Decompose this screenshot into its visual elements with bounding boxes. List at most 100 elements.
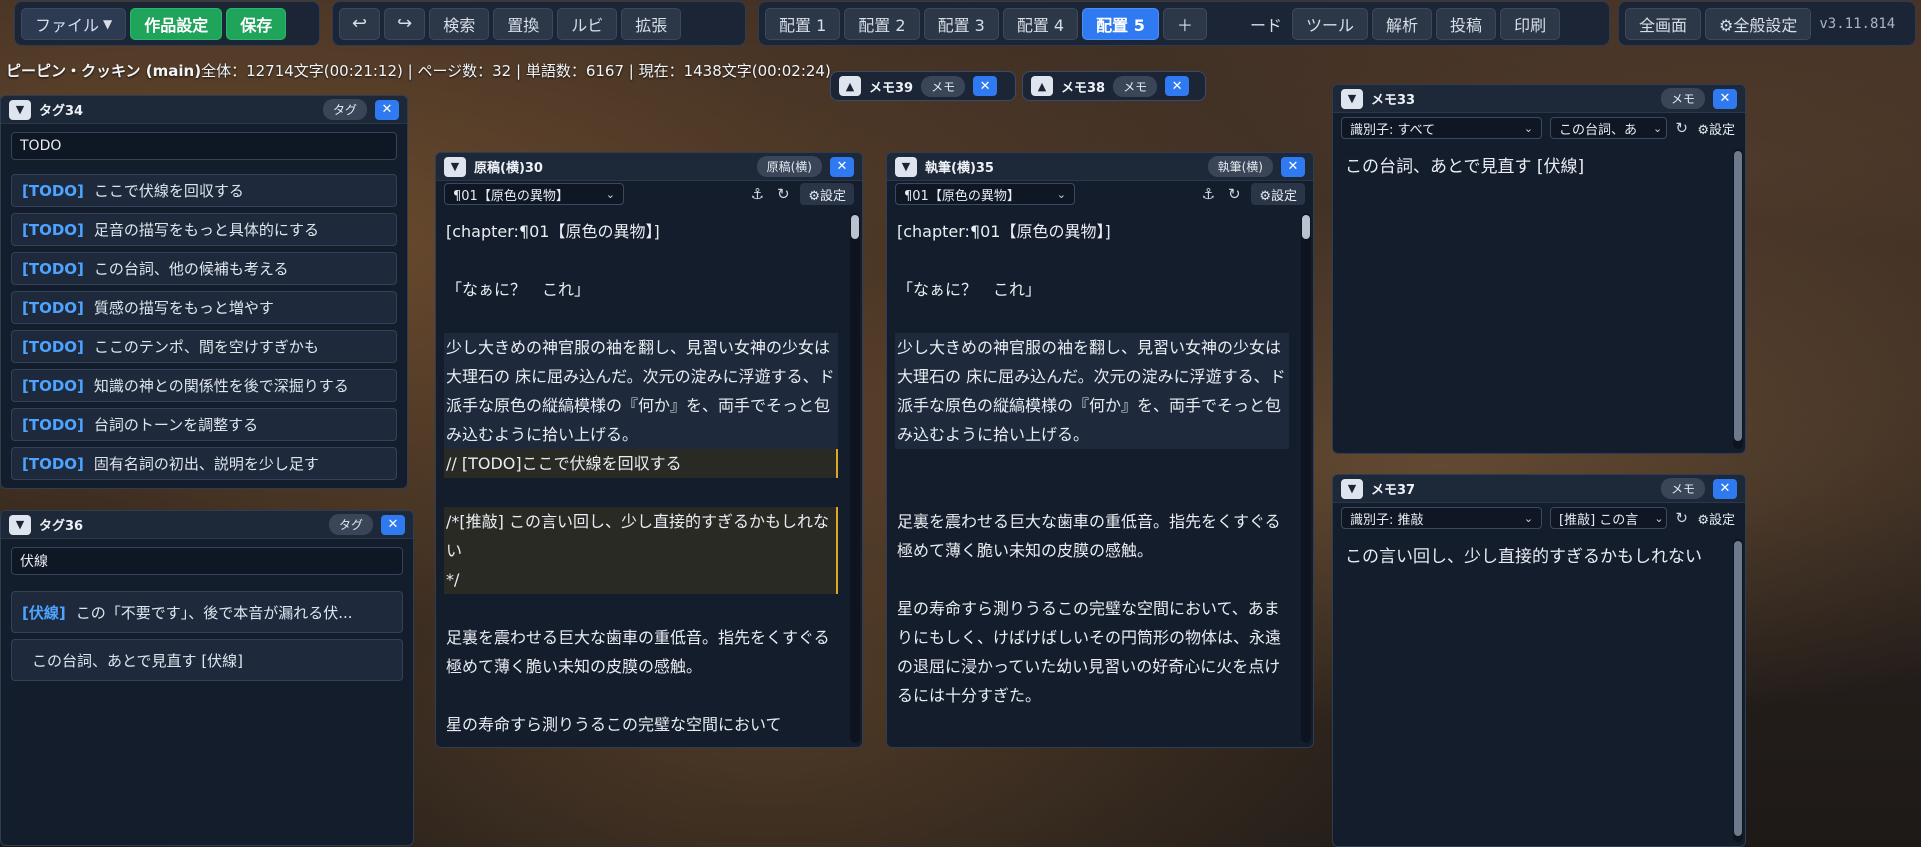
memo37-badge: メモ — [1660, 478, 1705, 499]
chevron-down-icon: ▼ — [103, 16, 113, 31]
chevron-down-icon: ⌄ — [1653, 121, 1663, 135]
writing-scrollbar[interactable] — [1301, 213, 1311, 743]
draft-settings-button[interactable]: ⚙設定 — [800, 183, 854, 205]
memo39-title: メモ39 — [869, 80, 914, 96]
tools-button[interactable]: ツール — [1292, 7, 1369, 40]
memo37-scrollbar[interactable] — [1733, 539, 1743, 842]
refresh-icon[interactable]: ↻ — [774, 185, 792, 203]
collapse-icon[interactable]: ▼ — [9, 514, 31, 535]
draft-title: 原稿(横)30 — [474, 161, 543, 176]
expand-icon[interactable]: ▲ — [839, 76, 861, 96]
memo-text-select[interactable]: この台詞、あ ⌄ — [1550, 117, 1668, 139]
refresh-icon[interactable]: ↻ — [1225, 185, 1243, 203]
search-button[interactable]: 検索 — [429, 7, 490, 40]
anchor-icon[interactable]: ⚓ — [748, 185, 766, 203]
post-button[interactable]: 投稿 — [1436, 7, 1497, 40]
scroll-thumb[interactable] — [1302, 215, 1310, 239]
scroll-thumb[interactable] — [1734, 151, 1742, 441]
close-icon[interactable]: ✕ — [381, 514, 405, 535]
replace-button[interactable]: 置換 — [493, 7, 554, 40]
memo37-panel: ▼ メモ37 メモ ✕ 識別子: 推敲 ⌄ [推敲] この言 ⌄ ↻ ⚙設定 この言… — [1332, 474, 1746, 847]
memo33-panel: ▼ メモ33 メモ ✕ 識別子: すべて ⌄ この台詞、あ ⌄ ↻ ⚙設定 この台詞… — [1332, 84, 1746, 454]
tag34-filter-input[interactable]: TODO — [11, 132, 397, 160]
close-icon[interactable]: ✕ — [1165, 76, 1190, 96]
writing-editor-panel: ▼ 執筆(横)35 執筆(横) ✕ ¶01【原色の異物】 ⌄ ⚓ ↻ ⚙設定 [c… — [886, 152, 1314, 748]
memo33-body[interactable]: この台詞、あとで見直す [伏線] — [1333, 143, 1729, 453]
memo33-scrollbar[interactable] — [1733, 149, 1743, 449]
tag-list-item[interactable]: この台詞、あとで見直す [伏線] — [11, 639, 403, 681]
tag-list-item[interactable]: [TODO] 知識の神との関係性を後で深掘りする — [11, 369, 397, 402]
scroll-thumb[interactable] — [1734, 541, 1742, 836]
fullscreen-button[interactable]: 全画面 — [1625, 7, 1702, 40]
undo-icon[interactable]: ↩ — [339, 7, 381, 40]
tab-layout-3[interactable]: 配置 3 — [923, 7, 999, 40]
status-bar: ピーピン・クッキン (main)全体：12714文字(00:21:12) | ペ… — [6, 60, 831, 81]
ruby-button[interactable]: ルビ — [557, 7, 618, 40]
memo38-title: メモ38 — [1061, 80, 1106, 96]
mode-button[interactable]: ード — [1244, 8, 1288, 40]
tab-layout-2[interactable]: 配置 2 — [844, 7, 920, 40]
tab-layout-5[interactable]: 配置 5 — [1082, 7, 1159, 40]
close-icon[interactable]: ✕ — [1281, 156, 1305, 177]
scroll-thumb[interactable] — [851, 215, 859, 239]
redo-icon[interactable]: ↪ — [384, 7, 426, 40]
identifier-select[interactable]: 識別子: すべて ⌄ — [1341, 117, 1543, 139]
draft-editor-panel: ▼ 原稿(横)30 原稿(横) ✕ ¶01【原色の異物】 ⌄ ⚓ ↻ ⚙設定 [c… — [435, 152, 863, 748]
identifier-select[interactable]: 識別子: 推敲 ⌄ — [1341, 507, 1543, 529]
refresh-icon[interactable]: ↻ — [1675, 119, 1688, 137]
status-stats: 全体：12714文字(00:21:12) | ページ数：32 | 単語数：616… — [201, 62, 831, 80]
writing-text-area[interactable]: [chapter:¶01【原色の異物】] 「なぁに？ これ」 少し大きめの神官服… — [887, 209, 1299, 747]
tab-layout-1[interactable]: 配置 1 — [765, 7, 841, 40]
chevron-down-icon: ⌄ — [1523, 121, 1534, 135]
tag-list-item[interactable]: [TODO] この台詞、他の候補も考える — [11, 252, 397, 285]
collapse-icon[interactable]: ▼ — [444, 156, 466, 177]
writing-settings-button[interactable]: ⚙設定 — [1251, 183, 1305, 205]
memo33-settings-button[interactable]: ⚙設定 — [1695, 117, 1737, 139]
refresh-icon[interactable]: ↻ — [1675, 509, 1688, 527]
tag-list-item[interactable]: [TODO] ここで伏線を回収する — [11, 174, 397, 207]
anchor-icon[interactable]: ⚓ — [1199, 185, 1217, 203]
draft-badge: 原稿(横) — [756, 156, 822, 177]
app-toolbar-group: 全画面 ⚙全般設定 v3.11.814 — [1618, 1, 1916, 46]
memo37-settings-button[interactable]: ⚙設定 — [1695, 507, 1737, 529]
tag-list-item[interactable]: [伏線] この「不要です」、後で本音が漏れる伏... — [11, 591, 403, 633]
tag-list-item[interactable]: [TODO] 質感の描写をもっと増やす — [11, 291, 397, 324]
tag-list-item[interactable]: [TODO] 固有名詞の初出、説明を少し足す — [11, 447, 397, 480]
tag-list-item[interactable]: [TODO] 足音の描写をもっと具体的にする — [11, 213, 397, 246]
add-layout-button[interactable]: ＋ — [1162, 7, 1207, 40]
memo-text-select[interactable]: [推敲] この言 ⌄ — [1550, 507, 1668, 529]
close-icon[interactable]: ✕ — [1713, 88, 1737, 109]
memo37-body[interactable]: この言い回し、少し直接的すぎるかもしれない — [1333, 533, 1729, 846]
tag34-title: タグ34 — [39, 104, 84, 119]
tag-list-item[interactable]: [TODO] ここのテンポ、間を空けすぎかも — [11, 330, 397, 363]
chapter-select[interactable]: ¶01【原色の異物】 ⌄ — [895, 183, 1075, 205]
save-button[interactable]: 保存 — [226, 7, 287, 40]
file-menu-button[interactable]: ファイル ▼ — [21, 7, 127, 40]
draft-text-area[interactable]: [chapter:¶01【原色の異物】] 「なぁに？ これ」 少し大きめの神官服… — [436, 209, 848, 747]
draft-header: ▼ 原稿(横)30 原稿(横) ✕ — [436, 153, 862, 181]
close-icon[interactable]: ✕ — [1713, 478, 1737, 499]
close-icon[interactable]: ✕ — [375, 99, 399, 120]
collapse-icon[interactable]: ▼ — [1341, 478, 1363, 499]
collapse-icon[interactable]: ▼ — [895, 156, 917, 177]
collapse-icon[interactable]: ▼ — [9, 99, 31, 120]
memo38-pill[interactable]: ▲ メモ38 メモ ✕ — [1022, 71, 1206, 101]
general-settings-button[interactable]: ⚙全般設定 — [1705, 7, 1812, 40]
extend-button[interactable]: 拡張 — [621, 7, 682, 40]
memo39-pill[interactable]: ▲ メモ39 メモ ✕ — [830, 71, 1016, 101]
tab-layout-4[interactable]: 配置 4 — [1002, 7, 1079, 40]
collapse-icon[interactable]: ▼ — [1341, 88, 1363, 109]
close-icon[interactable]: ✕ — [973, 76, 998, 96]
draft-scrollbar[interactable] — [850, 213, 860, 743]
expand-icon[interactable]: ▲ — [1031, 76, 1053, 96]
tag-list-item[interactable]: [TODO] 台詞のトーンを調整する — [11, 408, 397, 441]
writing-header: ▼ 執筆(横)35 執筆(横) ✕ — [887, 153, 1313, 181]
analysis-button[interactable]: 解析 — [1372, 7, 1433, 40]
tag36-filter-input[interactable]: 伏線 — [11, 547, 403, 575]
mode-toolbar-group: ード ツール 解析 投稿 印刷 — [1238, 1, 1610, 46]
chapter-select[interactable]: ¶01【原色の異物】 ⌄ — [444, 183, 624, 205]
work-settings-button[interactable]: 作品設定 — [130, 7, 223, 40]
draft-editor-bar: ¶01【原色の異物】 ⌄ ⚓ ↻ ⚙設定 — [436, 181, 862, 207]
print-button[interactable]: 印刷 — [1500, 7, 1561, 40]
close-icon[interactable]: ✕ — [830, 156, 854, 177]
